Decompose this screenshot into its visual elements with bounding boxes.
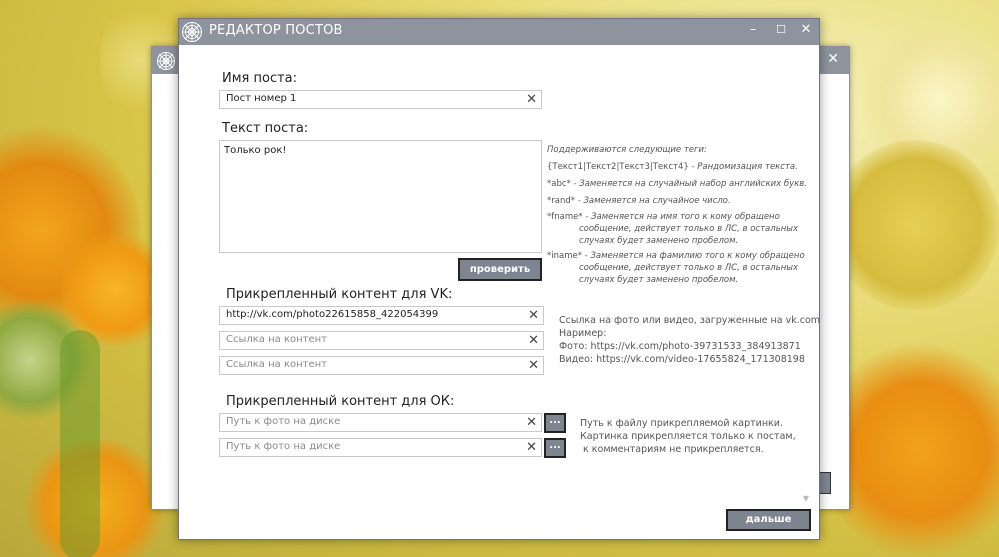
post-name-field[interactable]: Пост номер 1 ✕: [219, 90, 542, 109]
scroll-down-icon[interactable]: ▼: [803, 494, 809, 503]
vk-content-field[interactable]: Ссылка на контент ✕: [219, 356, 544, 375]
vk-content-value: http://vk.com/photo22615858_422054399: [226, 309, 439, 320]
vk-info-line: Ссылка на фото или видео, загруженные на…: [559, 315, 821, 326]
vk-content-placeholder: Ссылка на контент: [226, 359, 327, 370]
minimize-button[interactable]: –: [743, 22, 763, 37]
post-name-value: Пост номер 1: [226, 93, 297, 104]
vk-info-line: Наример:: [559, 328, 607, 339]
spiderweb-icon: [157, 52, 175, 70]
vk-content-field[interactable]: http://vk.com/photo22615858_422054399 ✕: [219, 306, 544, 325]
clear-icon[interactable]: ✕: [528, 357, 539, 374]
ok-info-line: Путь к файлу прикрепляемой картинки.: [580, 418, 783, 429]
vk-info-line: Фото: https://vk.com/photo-39731533_3849…: [559, 341, 801, 352]
titlebar: РЕДАКТОР ПОСТОВ – ☐ ✕: [179, 19, 819, 45]
clear-icon[interactable]: ✕: [528, 332, 539, 349]
ok-info-line: к комментариям не прикрепляется.: [580, 444, 764, 455]
spiderweb-icon: [182, 22, 202, 42]
clear-icon[interactable]: ✕: [526, 439, 537, 456]
vk-content-field[interactable]: Ссылка на контент ✕: [219, 331, 544, 350]
tag-help-fname-cont: сообщение, действует только в ЛС, в оста…: [579, 224, 799, 234]
browse-button[interactable]: ...: [544, 413, 566, 433]
clear-icon[interactable]: ✕: [526, 91, 537, 108]
vk-content-placeholder: Ссылка на контент: [226, 334, 327, 345]
maximize-button[interactable]: ☐: [771, 23, 791, 36]
tag-help-iname-cont: случаях будет заменено пробелом.: [579, 275, 739, 285]
tag-help-randomize: {Текст1|Текст2|Текст3|Текст4} - Рандомиз…: [547, 162, 798, 172]
tag-help-fname: *fname* - Заменяется на имя того к кому …: [547, 212, 780, 222]
ok-content-label: Прикрепленный контент для ОК:: [226, 394, 455, 409]
tag-help-abc: *abc* - Заменяется на случайный набор ан…: [547, 179, 807, 189]
close-button[interactable]: ✕: [796, 22, 816, 37]
clear-icon[interactable]: ✕: [528, 307, 539, 324]
browse-button[interactable]: ...: [544, 438, 566, 458]
ok-photo-path-placeholder: Путь к фото на диске: [226, 441, 341, 452]
ok-photo-path-field[interactable]: Путь к фото на диске ✕: [219, 413, 542, 432]
vk-info-line: Видео: https://vk.com/video-17655824_171…: [559, 354, 805, 365]
post-editor-window: РЕДАКТОР ПОСТОВ – ☐ ✕ Имя поста: Пост но…: [178, 18, 820, 540]
tags-help-heading: Поддерживаются следующие теги:: [547, 145, 707, 155]
check-button[interactable]: проверить: [458, 258, 542, 281]
tag-help-fname-cont: случаях будет заменено пробелом.: [579, 236, 739, 246]
clear-icon[interactable]: ✕: [526, 414, 537, 431]
post-name-label: Имя поста:: [222, 71, 298, 86]
tag-help-iname: *iname* - Заменяется на фамилию того к к…: [547, 251, 805, 261]
tag-help-iname-cont: сообщение, действует только в ЛС, в оста…: [579, 263, 799, 273]
next-button[interactable]: дальше: [726, 509, 811, 531]
post-text-label: Текст поста:: [222, 121, 309, 136]
post-text-value: Только рок!: [224, 145, 287, 156]
ok-photo-path-placeholder: Путь к фото на диске: [226, 416, 341, 427]
vk-content-label: Прикрепленный контент для VK:: [226, 287, 453, 302]
background-close-icon[interactable]: ✕: [827, 51, 839, 67]
post-text-area[interactable]: Только рок!: [219, 140, 542, 253]
window-title: РЕДАКТОР ПОСТОВ: [209, 23, 343, 38]
ok-info-line: Картинка прикрепляется только к постам,: [580, 431, 796, 442]
ok-photo-path-field[interactable]: Путь к фото на диске ✕: [219, 438, 542, 457]
tag-help-rand: *rand* - Заменяется на случайное число.: [547, 196, 731, 206]
